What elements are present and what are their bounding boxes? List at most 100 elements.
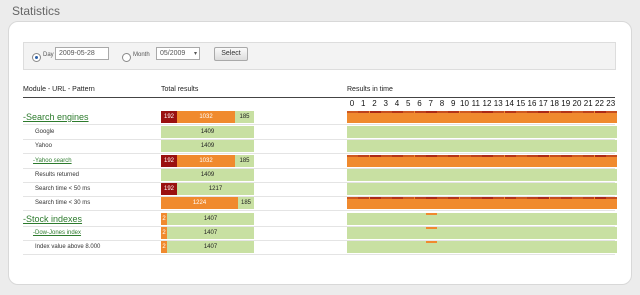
timeline-tick bbox=[381, 140, 392, 142]
timeline-tick bbox=[471, 126, 482, 128]
row-label[interactable]: -Dow-Jones index bbox=[33, 230, 81, 236]
timeline-tick bbox=[527, 213, 538, 215]
hour-label: 3 bbox=[383, 99, 388, 108]
col-time-header: Results in time bbox=[347, 86, 393, 93]
timeline-tick bbox=[583, 169, 594, 171]
timeline-tick bbox=[550, 241, 561, 243]
day-radio[interactable] bbox=[32, 53, 41, 62]
row-label[interactable]: -Yahoo search bbox=[33, 158, 72, 164]
month-radio[interactable] bbox=[122, 53, 131, 62]
timeline-tick bbox=[380, 111, 392, 113]
timeline-tick bbox=[516, 140, 527, 142]
timeline-tick bbox=[403, 140, 414, 142]
timeline-tick bbox=[527, 155, 538, 157]
bar-segment-green: 1409 bbox=[161, 169, 254, 181]
hour-label: 17 bbox=[538, 99, 548, 108]
row-label[interactable]: -Stock indexes bbox=[23, 214, 82, 224]
total-results-bar: 2 1407 bbox=[161, 227, 254, 239]
timeline-tick bbox=[538, 126, 549, 128]
timeline-tick bbox=[392, 126, 403, 128]
timeline-tick bbox=[403, 241, 414, 243]
select-button[interactable]: Select bbox=[214, 47, 248, 61]
timeline-tick bbox=[414, 197, 426, 199]
timeline-tick bbox=[426, 183, 437, 185]
timeline-tick bbox=[448, 155, 460, 157]
hour-label: 6 bbox=[417, 99, 422, 108]
timeline-tick bbox=[392, 111, 403, 113]
statistics-panel: Day 2009-05-28 Month 05/2009 ▾ Select Mo… bbox=[8, 21, 632, 285]
timeline-tick bbox=[392, 169, 403, 171]
timeline-bar bbox=[347, 169, 617, 181]
row-label: Search time < 50 ms bbox=[35, 186, 91, 192]
timeline-tick bbox=[415, 213, 426, 215]
hour-label: 23 bbox=[606, 99, 616, 108]
header-divider bbox=[23, 97, 615, 98]
timeline-tick bbox=[572, 155, 583, 157]
timeline-tick bbox=[437, 213, 448, 215]
day-input[interactable]: 2009-05-28 bbox=[55, 47, 109, 60]
timeline-tick bbox=[448, 227, 459, 229]
timeline-tick bbox=[347, 140, 358, 142]
timeline-tick bbox=[425, 197, 437, 199]
total-results-bar: 192 1217 bbox=[161, 183, 254, 195]
timeline-tick bbox=[605, 111, 617, 113]
timeline-tick bbox=[425, 241, 437, 243]
timeline-tick bbox=[493, 111, 505, 113]
timeline-tick bbox=[572, 183, 583, 185]
timeline-tick bbox=[482, 227, 493, 229]
timeline-tick bbox=[561, 169, 572, 171]
timeline-tick bbox=[560, 197, 572, 199]
timeline-tick bbox=[606, 213, 617, 215]
timeline-tick bbox=[437, 241, 448, 243]
timeline-tick bbox=[482, 155, 493, 157]
timeline-tick bbox=[358, 111, 370, 113]
row-label[interactable]: -Search engines bbox=[23, 112, 89, 122]
timeline-tick bbox=[482, 169, 493, 171]
timeline-tick bbox=[527, 197, 538, 199]
timeline-tick bbox=[583, 183, 594, 185]
timeline-tick bbox=[550, 169, 561, 171]
timeline-tick bbox=[358, 140, 369, 142]
timeline-tick bbox=[381, 183, 392, 185]
col-total-header: Total results bbox=[161, 86, 199, 93]
timeline-tick bbox=[403, 197, 415, 199]
timeline-tick bbox=[549, 111, 561, 113]
timeline-tick bbox=[583, 140, 594, 142]
timeline-tick bbox=[448, 140, 459, 142]
month-label: Month bbox=[133, 52, 150, 58]
timeline-tick bbox=[595, 126, 606, 128]
timeline-tick bbox=[403, 111, 415, 113]
timeline-tick bbox=[448, 197, 460, 199]
timeline-tick bbox=[516, 213, 527, 215]
hour-label: 18 bbox=[550, 99, 559, 108]
timeline-tick bbox=[425, 155, 437, 157]
timeline-tick bbox=[549, 155, 561, 157]
timeline-tick bbox=[515, 197, 527, 199]
timeline-tick bbox=[493, 169, 504, 171]
timeline-tick bbox=[561, 213, 572, 215]
row-divider bbox=[23, 124, 615, 125]
bar-segment-green: 1407 bbox=[167, 213, 254, 225]
total-results-bar: 1224 185 bbox=[161, 197, 254, 209]
timeline-tick bbox=[415, 241, 426, 243]
timeline-tick bbox=[493, 197, 505, 199]
timeline-tick bbox=[370, 227, 381, 229]
timeline-tick bbox=[505, 169, 516, 171]
bar-segment-green: 1409 bbox=[161, 140, 254, 152]
timeline-tick bbox=[403, 213, 414, 215]
timeline-tick bbox=[561, 241, 572, 243]
timeline-tick bbox=[380, 155, 392, 157]
timeline-tick bbox=[606, 169, 617, 171]
timeline-tick bbox=[594, 197, 606, 199]
timeline-tick bbox=[460, 140, 471, 142]
timeline-tick bbox=[605, 155, 617, 157]
timeline-tick bbox=[572, 140, 583, 142]
bar-segment-green: 1409 bbox=[161, 126, 254, 138]
month-select[interactable]: 05/2009 ▾ bbox=[156, 47, 200, 60]
timeline-tick bbox=[561, 126, 572, 128]
hour-label: 14 bbox=[505, 99, 514, 108]
timeline-tick bbox=[595, 241, 606, 243]
timeline-tick bbox=[583, 197, 595, 199]
timeline-tick bbox=[572, 197, 583, 199]
bar-segment-green: 1217 bbox=[177, 183, 254, 195]
